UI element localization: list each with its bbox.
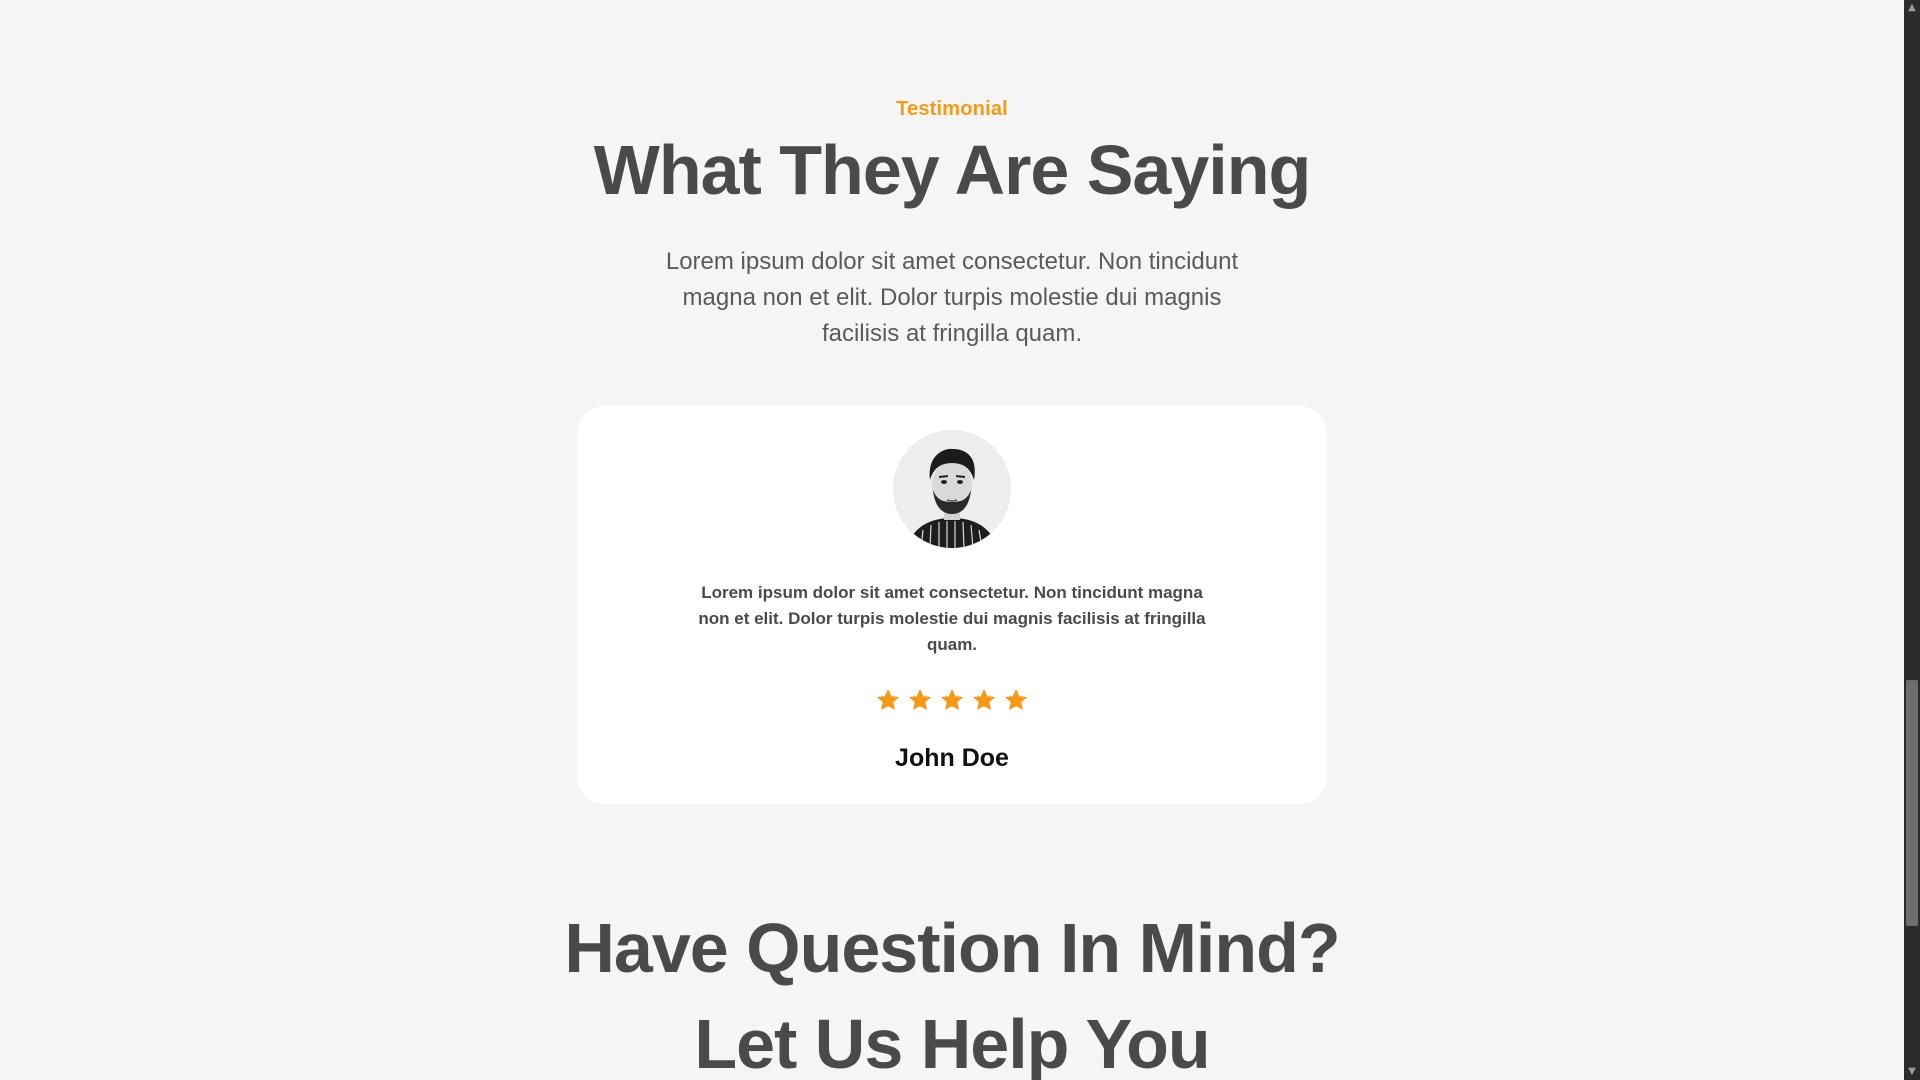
reviewer-name: John Doe: [895, 744, 1009, 772]
star-icon: [876, 688, 900, 710]
rating-stars: [577, 687, 1327, 713]
section-title: What They Are Saying: [593, 131, 1311, 209]
page-viewport: Testimonial What They Are Saying Lorem i…: [0, 0, 1904, 1080]
star-icon: [1004, 688, 1028, 710]
star-icon: [972, 688, 996, 710]
vertical-scrollbar[interactable]: ▲ ▼: [1904, 0, 1920, 1080]
testimonial-quote: Lorem ipsum dolor sit amet consectetur. …: [698, 583, 1206, 654]
section-description: Lorem ipsum dolor sit amet consectetur. …: [665, 248, 1239, 347]
scroll-down-arrow-icon[interactable]: ▼: [1904, 1064, 1920, 1080]
star-icon: [940, 688, 964, 710]
scrollbar-thumb[interactable]: [1906, 680, 1918, 926]
scroll-up-arrow-icon[interactable]: ▲: [1904, 0, 1920, 16]
cta-heading-line-1: Have Question In Mind?: [564, 909, 1340, 987]
testimonial-card: Lorem ipsum dolor sit amet consectetur. …: [577, 406, 1327, 804]
section-eyebrow: Testimonial: [896, 98, 1008, 120]
avatar: [893, 430, 1011, 548]
cta-heading: Have Question In Mind? Let Us Help You: [0, 900, 1904, 1080]
cta-heading-line-2: Let Us Help You: [694, 1005, 1210, 1080]
star-icon: [908, 688, 932, 710]
person-avatar-icon: [893, 430, 1011, 548]
